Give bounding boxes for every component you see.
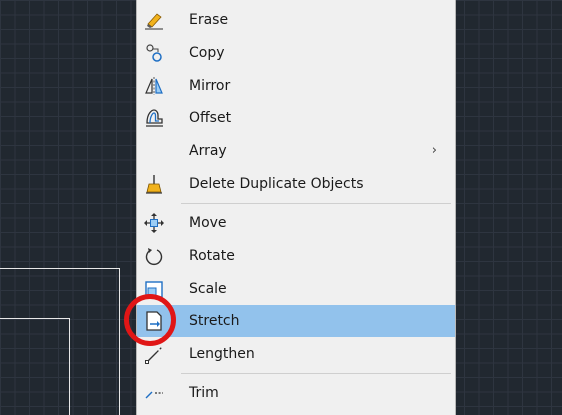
menu-item-copy[interactable]: Copy [137,37,455,69]
offset-icon [143,107,165,129]
menu-separator [181,373,451,374]
menu-label: Lengthen [189,346,255,362]
menu-label: Mirror [189,78,231,94]
menu-label: Trim [189,385,219,401]
menu-label: Offset [189,110,232,126]
menu-item-erase[interactable]: Erase [137,4,455,36]
menu-label: Array [189,143,227,159]
drawing-rectangle-inner [0,318,70,415]
menu-label: Delete Duplicate Objects [189,176,364,192]
menu-label: Stretch [189,313,240,329]
delete-duplicates-icon [143,173,165,195]
menu-item-lengthen[interactable]: Lengthen [137,338,455,370]
trim-icon [143,382,165,404]
menu-item-delete-duplicate-objects[interactable]: Delete Duplicate Objects [137,168,455,200]
menu-item-trim[interactable]: Trim [137,377,455,409]
lengthen-icon [143,343,165,365]
menu-item-rotate[interactable]: Rotate [137,240,455,272]
stretch-icon [143,310,165,332]
context-menu: Erase Copy Mirror Offset Array › Delete … [136,0,456,415]
mirror-icon [143,75,165,97]
menu-label: Rotate [189,248,235,264]
menu-separator [181,203,451,204]
menu-label: Move [189,215,227,231]
menu-item-move[interactable]: Move [137,207,455,239]
submenu-arrow-icon: › [431,143,437,158]
rotate-icon [143,245,165,267]
menu-item-offset[interactable]: Offset [137,102,455,134]
menu-label: Erase [189,12,229,28]
menu-item-array[interactable]: Array › [137,135,455,167]
copy-icon [143,42,165,64]
menu-item-scale[interactable]: Scale [137,273,455,305]
eraser-icon [143,9,165,31]
menu-label: Copy [189,45,225,61]
menu-item-stretch[interactable]: Stretch [137,305,455,337]
menu-label: Scale [189,281,227,297]
move-icon [143,212,165,234]
menu-item-mirror[interactable]: Mirror [137,70,455,102]
scale-icon [143,278,165,300]
